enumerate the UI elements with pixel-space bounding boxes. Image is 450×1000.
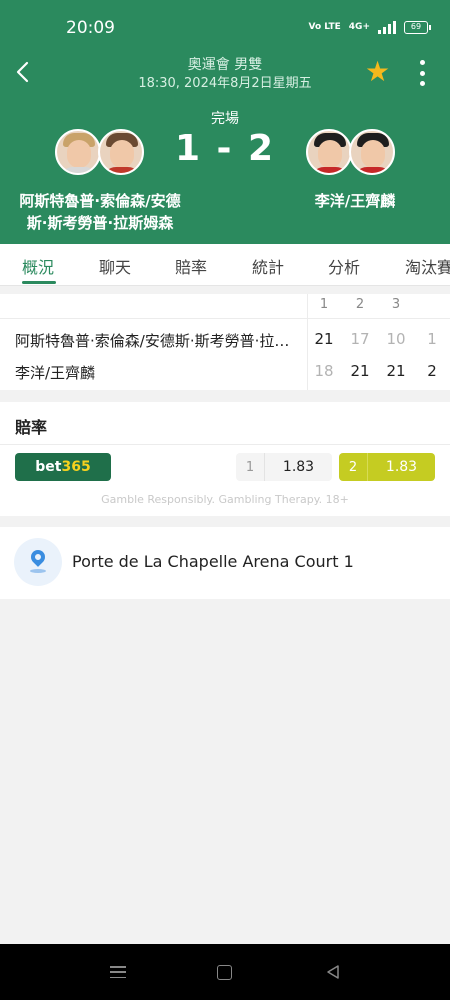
set-scoreboard: 1 2 3 阿斯特魯普·索倫森/安德斯·斯考勞普·拉斯姆森 21 17 10 1…: [0, 294, 450, 390]
team1-name-line1: 阿斯特魯普·索倫森/安德: [19, 192, 181, 210]
bet365-logo[interactable]: bet365: [15, 453, 111, 481]
tab-overview[interactable]: 概況: [22, 254, 54, 278]
row1-team-name: 阿斯特魯普·索倫森/安德斯·斯考勞普·拉斯姆森: [15, 332, 297, 350]
odds-home-button[interactable]: 1 1.83: [236, 453, 332, 481]
status-time: 20:09: [66, 18, 115, 38]
scoreboard-divider: [307, 294, 308, 390]
gambling-disclaimer[interactable]: Gamble Responsibly. Gambling Therapy. 18…: [0, 493, 450, 506]
status-bar: 20:09 Vo LTE 4G+ 69: [0, 0, 450, 56]
team2-player1-avatar[interactable]: [306, 129, 352, 175]
venue-card[interactable]: Porte de La Chapelle Arena Court 1: [0, 527, 450, 599]
set-header-2: 2: [355, 297, 365, 312]
match-status: 完場: [211, 111, 239, 127]
battery-icon: 69: [404, 20, 431, 34]
row2-total: 2: [427, 362, 437, 380]
venue-name: Porte de La Chapelle Arena Court 1: [72, 552, 354, 571]
team2-name[interactable]: 李洋/王齊麟: [290, 190, 420, 212]
odds-away-button[interactable]: 2 1.83: [339, 453, 435, 481]
signal-icon: [378, 20, 396, 34]
odds-home-value: 1.83: [282, 459, 315, 475]
more-options-icon[interactable]: [414, 60, 430, 86]
match-header: 20:09 Vo LTE 4G+ 69 奧運會 男雙 18:30, 2024年8…: [0, 0, 450, 244]
row2-set2: 21: [350, 362, 370, 380]
odds-title: 賠率: [15, 418, 48, 437]
team1-name[interactable]: 阿斯特魯普·索倫森/安德 斯·斯考勞普·拉斯姆森: [0, 190, 200, 234]
tab-bar: 概況 聊天 賠率 統計 分析 淘汰賽: [0, 244, 450, 286]
row1-set2: 17: [350, 330, 370, 348]
set-header-1: 1: [319, 297, 329, 312]
row1-set1: 21: [314, 330, 334, 348]
odds-away-index: 2: [348, 459, 358, 475]
row2-set3: 21: [386, 362, 406, 380]
bet365-logo-highlight: 365: [61, 459, 91, 475]
odds-home-index: 1: [245, 459, 255, 475]
team2-player2-avatar[interactable]: [349, 129, 395, 175]
team1-name-line2: 斯·斯考勞普·拉斯姆森: [26, 214, 174, 232]
back-triangle-icon[interactable]: [325, 964, 341, 980]
row1-total: 1: [427, 330, 437, 348]
set-header-3: 3: [391, 297, 401, 312]
team1-player2-avatar[interactable]: [98, 129, 144, 175]
location-pin-icon: [14, 538, 62, 586]
system-nav-bar: [0, 944, 450, 1000]
bet365-logo-main: bet: [35, 459, 62, 475]
tab-analysis[interactable]: 分析: [328, 254, 360, 278]
row1-set3: 10: [386, 330, 406, 348]
home-icon[interactable]: [217, 965, 232, 980]
scoreboard-header-line: [0, 318, 450, 319]
odds-away-value: 1.83: [385, 459, 418, 475]
volte-indicator: Vo LTE: [308, 21, 341, 32]
tab-knockout[interactable]: 淘汰賽: [405, 254, 450, 278]
tab-odds[interactable]: 賠率: [175, 254, 207, 278]
row2-team-name: 李洋/王齊麟: [15, 364, 96, 382]
active-tab-indicator: [22, 281, 56, 284]
odds-card: 賠率 bet365 1 1.83 2 1.83 Gamble Responsib…: [0, 402, 450, 516]
team1-player1-avatar[interactable]: [55, 129, 101, 175]
row2-set1: 18: [314, 362, 334, 380]
tab-stats[interactable]: 統計: [252, 254, 284, 278]
recent-apps-icon[interactable]: [110, 966, 126, 978]
network-type: 4G+: [348, 21, 370, 32]
tab-chat[interactable]: 聊天: [99, 254, 131, 278]
status-icons: Vo LTE 4G+ 69: [308, 20, 431, 34]
odds-divider: [0, 444, 450, 445]
favorite-star-icon[interactable]: ★: [365, 56, 390, 88]
